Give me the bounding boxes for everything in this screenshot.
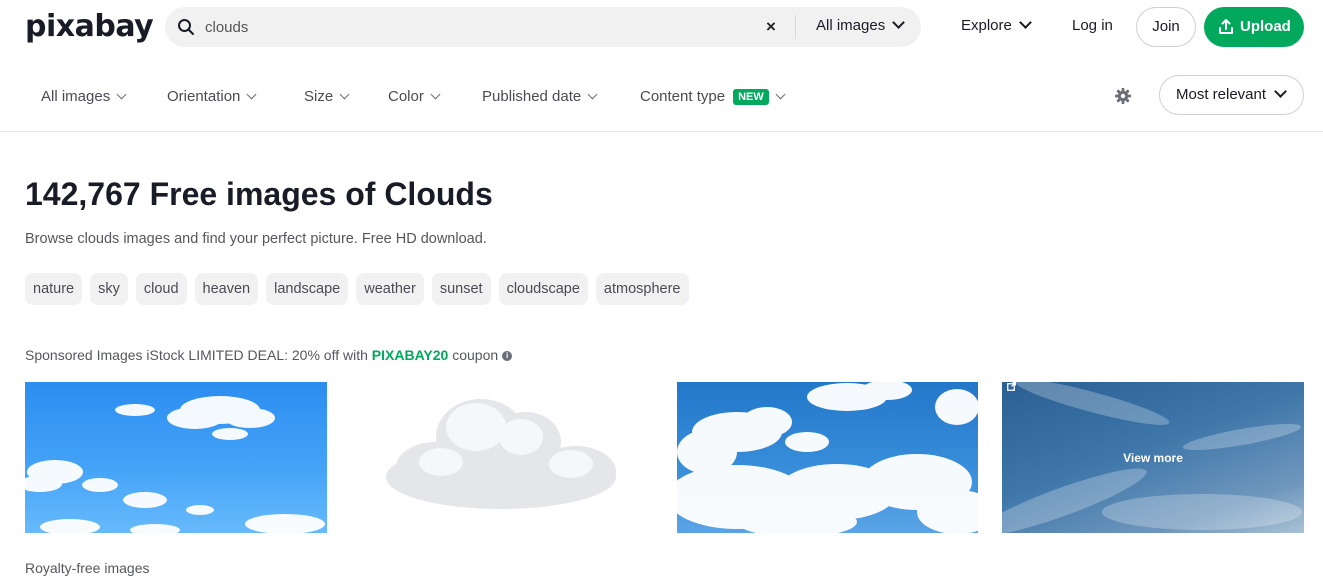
- search-divider: [795, 15, 796, 39]
- view-more-label: View more: [1123, 450, 1183, 465]
- filter-label: Published date: [482, 88, 582, 105]
- search-input[interactable]: [205, 13, 765, 41]
- sort-label: Most relevant: [1176, 86, 1267, 103]
- explore-menu[interactable]: Explore: [961, 16, 1032, 34]
- search-icon: [178, 19, 194, 35]
- chevron-down-icon: [1018, 16, 1032, 29]
- view-more-link[interactable]: View more: [1002, 382, 1304, 533]
- tag-chip[interactable]: nature: [25, 273, 83, 305]
- tag-chip[interactable]: cloud: [135, 273, 187, 305]
- chevron-down-icon: [339, 89, 350, 100]
- upload-icon: [1219, 19, 1233, 34]
- info-icon[interactable]: i: [502, 351, 513, 361]
- sponsored-image[interactable]: [351, 382, 653, 533]
- login-link[interactable]: Log in: [1072, 17, 1113, 34]
- chevron-down-icon: [775, 89, 786, 100]
- top-header: pixabay × All images Explore Log in Join…: [0, 0, 1323, 60]
- filter-all-images[interactable]: All images: [41, 88, 127, 105]
- chevron-down-icon: [246, 89, 257, 100]
- page-subtitle: Browse clouds images and find your perfe…: [25, 231, 487, 247]
- cloud-image: [386, 399, 616, 509]
- pixabay-logo[interactable]: pixabay: [25, 9, 154, 44]
- join-button[interactable]: Join: [1136, 7, 1196, 47]
- chevron-down-icon: [430, 89, 441, 100]
- explore-label: Explore: [961, 17, 1012, 34]
- tag-chip[interactable]: atmosphere: [595, 273, 689, 305]
- filter-label: Content type: [640, 88, 726, 105]
- filter-bar: All images Orientation Size Color Publis…: [0, 66, 1323, 132]
- royalty-free-heading: Royalty-free images: [25, 560, 150, 576]
- filter-label: All images: [41, 88, 111, 105]
- external-link-icon: [1007, 382, 1016, 391]
- sponsored-image[interactable]: [677, 382, 978, 533]
- new-badge: NEW: [733, 89, 769, 105]
- sort-dropdown[interactable]: Most relevant: [1159, 75, 1304, 115]
- sponsored-suffix: coupon: [452, 347, 499, 363]
- sponsored-image[interactable]: [25, 382, 327, 533]
- related-tags: nature sky cloud heaven landscape weathe…: [25, 273, 689, 305]
- search-type-dropdown[interactable]: All images: [816, 16, 906, 34]
- search-bar: × All images: [165, 7, 921, 47]
- tag-chip[interactable]: sky: [90, 273, 128, 305]
- tag-chip[interactable]: cloudscape: [498, 273, 588, 305]
- chevron-down-icon: [1274, 85, 1287, 98]
- view-more-card[interactable]: View more: [1002, 382, 1304, 533]
- upload-button[interactable]: Upload: [1204, 7, 1304, 47]
- page-title: 142,767 Free images of Clouds: [25, 176, 493, 212]
- search-type-label: All images: [816, 17, 886, 34]
- upload-label: Upload: [1240, 18, 1291, 35]
- tag-chip[interactable]: sunset: [431, 273, 491, 305]
- gear-icon[interactable]: [1114, 87, 1132, 105]
- cloud-sky-image: [25, 396, 325, 533]
- filter-published-date[interactable]: Published date: [482, 88, 598, 105]
- filter-label: Color: [388, 88, 424, 105]
- clear-search-button[interactable]: ×: [761, 16, 781, 38]
- sponsored-text: Sponsored Images iStock LIMITED DEAL: 20…: [25, 347, 368, 363]
- filter-label: Size: [304, 88, 334, 105]
- filter-orientation[interactable]: Orientation: [167, 88, 257, 105]
- coupon-code[interactable]: PIXABAY20: [372, 347, 449, 363]
- filter-color[interactable]: Color: [388, 88, 441, 105]
- chevron-down-icon: [587, 89, 598, 100]
- tag-chip[interactable]: landscape: [266, 273, 349, 305]
- chevron-down-icon: [116, 89, 127, 100]
- cumulus-sky-image: [677, 382, 978, 533]
- filter-content-type[interactable]: Content type NEW: [640, 88, 786, 106]
- filter-label: Orientation: [167, 88, 241, 105]
- filter-size[interactable]: Size: [304, 88, 350, 105]
- chevron-down-icon: [892, 16, 906, 29]
- tag-chip[interactable]: heaven: [194, 273, 259, 305]
- sponsored-label: Sponsored Images iStock LIMITED DEAL: 20…: [25, 347, 513, 363]
- tag-chip[interactable]: weather: [356, 273, 424, 305]
